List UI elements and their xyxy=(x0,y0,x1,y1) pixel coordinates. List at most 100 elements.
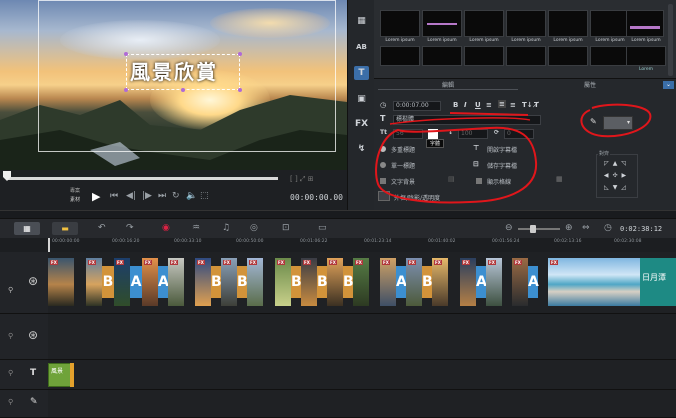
video-clip[interactable]: FX xyxy=(221,258,237,306)
video-clip[interactable]: FX xyxy=(548,258,640,306)
instant-project-icon[interactable]: AB xyxy=(354,40,369,54)
tab-attributes[interactable]: 屬性 xyxy=(520,80,660,90)
preview-timecode[interactable]: 00:00:00.00 xyxy=(290,193,343,202)
title-preset-thumb[interactable] xyxy=(464,46,504,66)
title-text-overlay[interactable]: 風景欣賞 xyxy=(130,56,236,85)
resize-handle[interactable] xyxy=(124,52,128,56)
title-preset-thumb[interactable] xyxy=(464,10,504,37)
transition-clip[interactable]: B xyxy=(422,266,433,298)
title-preset-thumb[interactable] xyxy=(422,46,462,66)
seek-bar[interactable] xyxy=(6,177,278,180)
video-clip[interactable]: FX xyxy=(142,258,158,306)
title-preset-thumb[interactable] xyxy=(380,46,420,66)
title-preset-thumb[interactable] xyxy=(626,46,666,66)
undo-icon[interactable]: ↶ xyxy=(98,223,106,233)
clip-mode-label[interactable]: 素材 xyxy=(70,196,80,203)
title-icon[interactable]: T xyxy=(354,66,369,80)
audio-track-lane[interactable] xyxy=(48,390,676,418)
prev-frame-icon[interactable]: ◀| xyxy=(126,191,136,201)
transition-clip[interactable]: B xyxy=(237,266,248,298)
play-icon[interactable]: ▶ xyxy=(92,190,100,203)
title-preset-thumb[interactable] xyxy=(380,10,420,37)
transition-clip[interactable]: A xyxy=(396,266,407,298)
zoom-slider[interactable] xyxy=(518,228,560,230)
title-clip-trim-handle[interactable] xyxy=(70,363,74,387)
multi-trim-icon[interactable]: ▭ xyxy=(318,223,327,233)
hd-preview-icon[interactable]: ⬚ xyxy=(200,191,209,201)
timeline-view-icon[interactable]: ▬ xyxy=(52,222,78,235)
track-visibility-icon[interactable]: ⚲ xyxy=(8,286,13,294)
media-icon[interactable]: ▦ xyxy=(354,14,369,28)
transition-clip[interactable]: A xyxy=(158,266,169,298)
resize-handle[interactable] xyxy=(124,88,128,92)
audio-mixer-icon[interactable]: ♒ xyxy=(192,223,200,233)
title-preset-thumb[interactable] xyxy=(506,46,546,66)
transition-clip[interactable]: A xyxy=(528,266,539,298)
video-clip[interactable]: FX xyxy=(301,258,317,306)
panel-splitter[interactable] xyxy=(0,210,676,218)
panel-collapse-icon[interactable]: ⌄ xyxy=(663,81,674,89)
track-visibility-icon[interactable]: ⚲ xyxy=(8,398,13,406)
project-mode-label[interactable]: 專案 xyxy=(70,187,80,194)
video-clip[interactable]: FX xyxy=(460,258,476,306)
title-preset-thumb[interactable] xyxy=(506,10,546,37)
video-clip[interactable]: FX xyxy=(247,258,263,306)
fit-project-icon[interactable]: ⇔ xyxy=(582,223,590,233)
track-visibility-icon[interactable]: ⚲ xyxy=(8,369,13,377)
motion-tracking-icon[interactable]: ◎ xyxy=(250,223,258,233)
transition-clip[interactable]: B xyxy=(317,266,328,298)
trim-markers[interactable]: [ ] ⤢ ⊞ xyxy=(290,175,340,184)
video-clip[interactable]: FX xyxy=(406,258,422,306)
title-preset-thumb[interactable] xyxy=(590,10,630,37)
record-capture-icon[interactable]: ◉ xyxy=(162,223,170,233)
title-track-lane[interactable] xyxy=(48,360,676,390)
video-clip[interactable]: FX xyxy=(353,258,369,306)
track-visibility-icon[interactable]: ⚲ xyxy=(8,332,13,340)
video-clip[interactable]: FX xyxy=(86,258,102,306)
video-clip[interactable]: FX xyxy=(380,258,396,306)
transition-clip[interactable]: B xyxy=(291,266,302,298)
repeat-icon[interactable]: ↻ xyxy=(172,191,180,201)
skip-end-icon[interactable]: ⏭ xyxy=(158,191,166,201)
video-clip[interactable]: FX xyxy=(195,258,211,306)
path-icon[interactable]: ↯ xyxy=(354,142,369,156)
video-clip[interactable]: FX xyxy=(512,258,528,306)
zoom-out-icon[interactable]: ⊖ xyxy=(505,223,513,233)
zoom-in-icon[interactable]: ⊕ xyxy=(565,223,573,233)
video-clip[interactable]: FX xyxy=(114,258,130,306)
next-frame-icon[interactable]: |▶ xyxy=(142,191,152,201)
transition-clip[interactable]: B xyxy=(343,266,354,298)
transition-clip[interactable]: B xyxy=(102,266,114,298)
transition-clip[interactable]: A xyxy=(130,266,142,298)
zoom-slider-knob[interactable] xyxy=(530,225,536,233)
video-clip[interactable]: FX xyxy=(327,258,343,306)
volume-icon[interactable]: 🔈 xyxy=(186,191,197,201)
preview-window[interactable]: 風景欣賞 xyxy=(0,0,347,170)
graphic-icon[interactable]: ▣ xyxy=(354,92,369,106)
subtitle-editor-icon[interactable]: ⊡ xyxy=(282,223,290,233)
video-clip[interactable]: FX xyxy=(168,258,184,306)
redo-icon[interactable]: ↷ xyxy=(126,223,134,233)
transition-clip[interactable]: A xyxy=(476,266,487,298)
overlay-track-lane[interactable] xyxy=(48,314,676,360)
end-title-clip[interactable]: 日月潭 xyxy=(640,258,676,306)
fx-filter-icon[interactable]: FX xyxy=(354,117,369,131)
video-clip[interactable]: FX xyxy=(486,258,502,306)
title-preset-thumb[interactable] xyxy=(626,10,664,37)
resize-handle[interactable] xyxy=(181,88,185,92)
timeline-timecode[interactable]: 0:02:38:12 xyxy=(620,225,662,233)
auto-music-icon[interactable]: ♫ xyxy=(222,223,230,233)
resize-handle[interactable] xyxy=(238,88,242,92)
tab-edit[interactable]: 編輯 xyxy=(378,80,518,90)
transition-clip[interactable]: B xyxy=(211,266,222,298)
library-scrollbar[interactable] xyxy=(668,4,673,76)
storyboard-view-icon[interactable]: ▦ xyxy=(14,222,40,235)
skip-start-icon[interactable]: ⏮ xyxy=(110,191,118,201)
title-preset-thumb[interactable] xyxy=(422,10,462,37)
video-clip[interactable]: FX xyxy=(275,258,291,306)
video-clip[interactable]: FX xyxy=(432,258,448,306)
title-preset-thumb[interactable] xyxy=(590,46,630,66)
title-preset-thumb[interactable] xyxy=(548,46,588,66)
title-preset-thumb[interactable] xyxy=(548,10,588,37)
resize-handle[interactable] xyxy=(238,52,242,56)
